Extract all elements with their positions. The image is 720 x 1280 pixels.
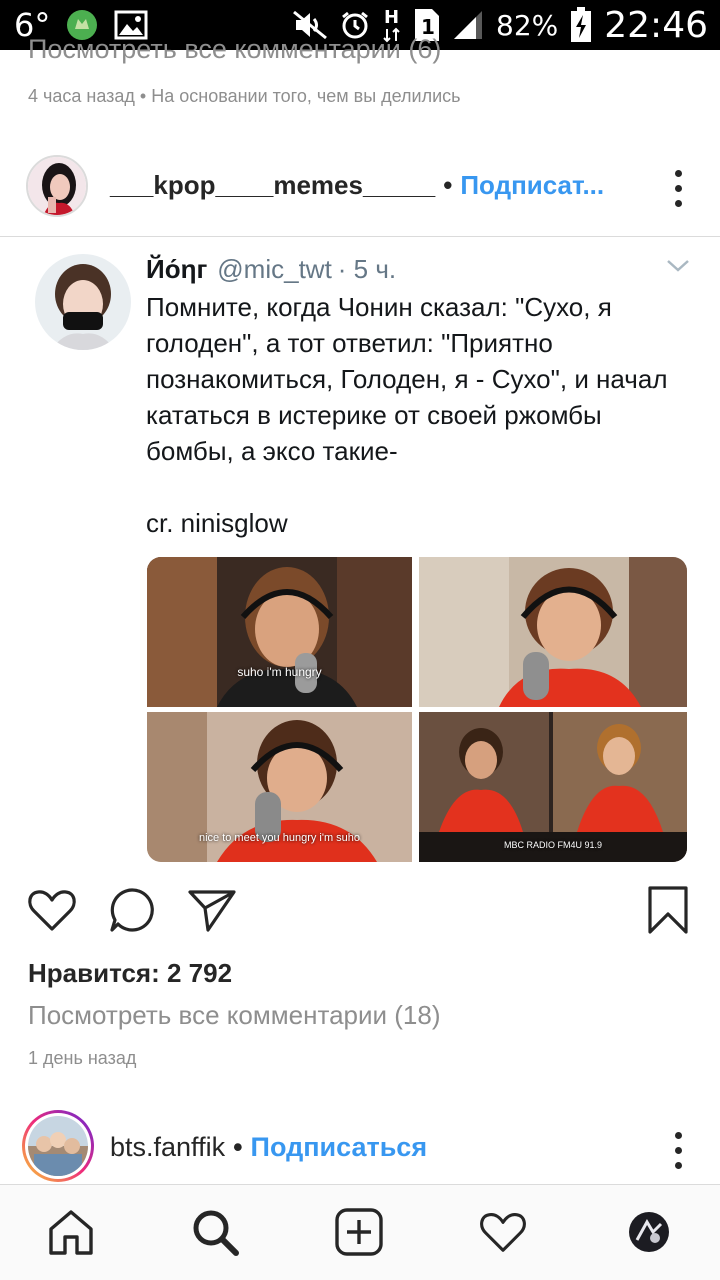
separator-dot: • [233,1132,243,1162]
media-caption-2: nice to meet you hungry i'm suho [198,832,361,844]
tweet-time: · 5 ч. [337,254,397,284]
comment-icon[interactable] [106,884,158,941]
post-time: 1 день назад [28,1048,137,1068]
like-icon[interactable] [26,884,78,941]
avatar[interactable] [26,155,88,217]
more-options-icon[interactable] [672,170,684,207]
signal-icon [452,9,484,41]
next-post-username[interactable]: bts.fanffik [110,1132,225,1162]
like-count[interactable]: Нравится: 2 792 [28,958,232,989]
media-tile-1: suho i'm hungry [147,557,412,707]
profile-avatar-icon[interactable] [624,1207,674,1257]
tweet-author-name: Йо́ηг [146,254,208,284]
tweet-media-grid: suho i'm hungry nice to meet you hungry … [147,557,687,862]
post-username[interactable]: ___kpop____memes_____ [110,170,435,200]
battery-charging-icon [570,7,592,43]
tweet-text: Помните, когда Чонин сказал: "Сухо, я го… [146,292,668,538]
follow-button[interactable]: Подписаться [251,1132,428,1162]
media-tile-2 [419,557,687,707]
tweet-header: Йо́ηг @mic_twt · 5 ч. [146,254,396,285]
media-tile-3: nice to meet you hungry i'm suho [147,712,412,862]
screen: 6° H 1 82% 22:46 Посмотреть все коммента… [0,0,720,1280]
post-header: ___kpop____memes_____ • Подписат... [0,150,720,222]
follow-button[interactable]: Подписат... [460,170,604,200]
clock: 22:46 [604,4,708,46]
previous-post-view-comments[interactable]: Посмотреть все комментарии (6) [28,34,441,68]
next-post-header: bts.fanffik • Подписаться [0,1110,720,1186]
previous-post-meta: 4 часа назад • На основании того, чем вы… [28,86,461,106]
new-post-icon[interactable] [334,1207,384,1257]
search-icon[interactable] [190,1207,240,1257]
share-icon[interactable] [186,884,238,941]
avatar [28,1116,88,1176]
separator-dot: • [443,170,453,200]
media-caption-1: suho i'm hungry [237,665,322,679]
chevron-down-icon [666,259,690,278]
activity-heart-icon[interactable] [478,1207,528,1257]
bookmark-icon[interactable] [642,884,694,941]
view-all-comments-link[interactable]: Посмотреть все комментарии (18) [28,1000,441,1031]
story-ring-avatar[interactable] [22,1110,94,1182]
next-post-username-line: bts.fanffik • Подписаться [110,1132,427,1163]
battery-percent: 82% [496,8,559,42]
more-options-icon[interactable] [672,1132,684,1169]
post-image-tweet[interactable]: Йо́ηг @mic_twt · 5 ч. Помните, когда Чон… [0,237,720,877]
media-caption-3: MBC RADIO FM4U 91.9 [503,840,603,850]
tweet-avatar [35,254,131,350]
svg-text:H: H [384,7,399,28]
home-icon[interactable] [46,1207,96,1257]
bottom-nav [0,1184,720,1280]
post-username-line: ___kpop____memes_____ • Подписат... [110,170,604,201]
media-tile-4: MBC RADIO FM4U 91.9 [419,712,687,862]
post-actions [0,884,720,944]
tweet-handle: @mic_twt [217,254,332,284]
